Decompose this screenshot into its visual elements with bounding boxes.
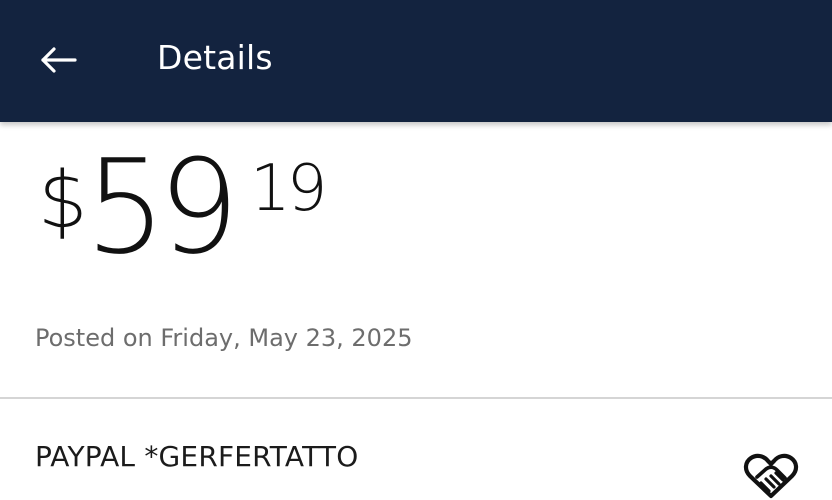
- arrow-left-icon: [41, 47, 77, 73]
- page-title: Details: [157, 38, 273, 77]
- transaction-details-screen: Details $ 59 19 Posted on Friday, May 23…: [0, 0, 832, 500]
- back-button[interactable]: [22, 24, 94, 96]
- amount-whole-number: 59: [85, 131, 239, 283]
- merchant-name: PAYPAL *GERFERTATTO: [35, 440, 359, 473]
- amount-cents: 19: [250, 152, 327, 226]
- section-divider: [0, 397, 832, 399]
- top-app-bar: Details: [0, 0, 832, 122]
- merchant-row: PAYPAL *GERFERTATTO: [0, 400, 832, 500]
- amount-section: $ 59 19 Posted on Friday, May 23, 2025: [0, 122, 832, 398]
- currency-symbol: $: [38, 156, 88, 246]
- handshake-heart-icon: [743, 453, 799, 499]
- posted-date: Posted on Friday, May 23, 2025: [35, 324, 413, 352]
